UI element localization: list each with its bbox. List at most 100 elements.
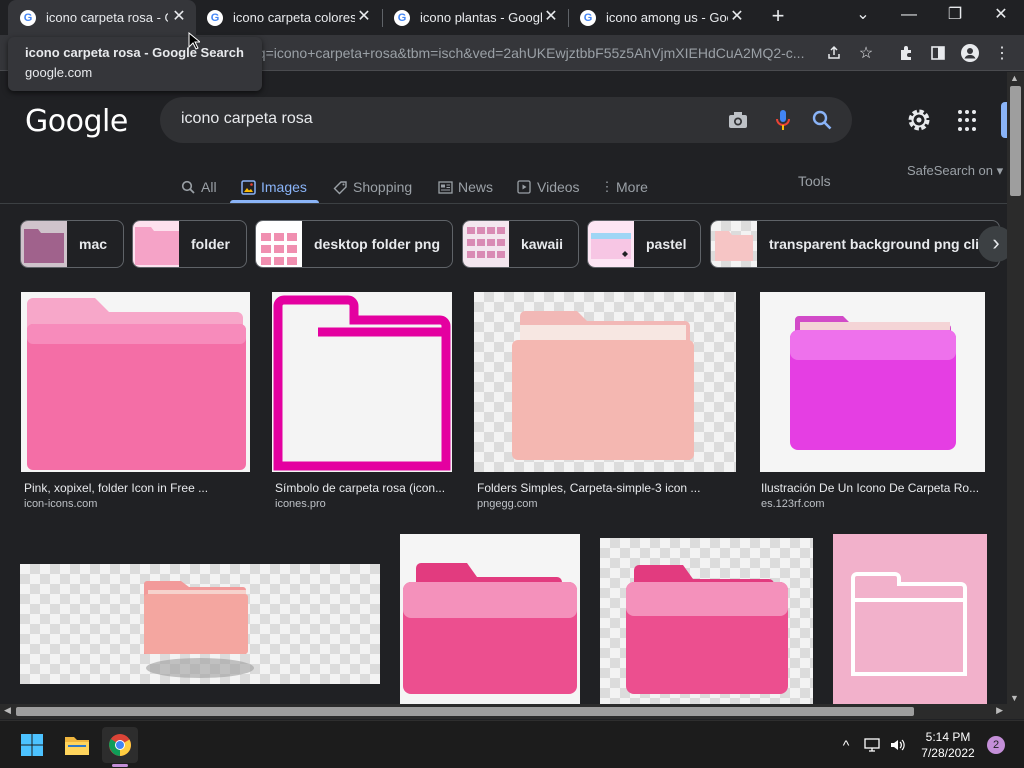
result-caption[interactable]: Folders Simples, Carpeta-simple-3 icon .…	[477, 481, 733, 495]
tab-more[interactable]: ⋮ More	[601, 172, 648, 202]
tab-images[interactable]: Images	[240, 172, 307, 202]
google-favicon-icon: G	[580, 9, 596, 26]
related-chip-pastel[interactable]: pastel	[587, 220, 701, 268]
tab-close-icon[interactable]: ✕	[355, 8, 373, 26]
image-result[interactable]: Ilustración De Un Icono De Carpeta Ro...…	[760, 292, 985, 517]
result-caption[interactable]: Símbolo de carpeta rosa (icon...	[275, 481, 450, 495]
chip-thumbnail	[463, 221, 509, 267]
scroll-up-icon[interactable]: ▲	[1010, 73, 1019, 83]
scrollbar-thumb[interactable]	[16, 707, 914, 716]
chrome-taskbar-icon[interactable]	[102, 727, 138, 763]
scrollbar-thumb[interactable]	[1010, 86, 1021, 196]
search-box[interactable]: icono carpeta rosa	[160, 97, 852, 143]
result-source[interactable]: es.123rf.com	[761, 498, 825, 510]
safesearch-toggle[interactable]: SafeSearch on ▾	[907, 163, 1003, 179]
result-thumbnail[interactable]	[400, 534, 580, 704]
tab[interactable]: G icono among us - Google Search ✕	[568, 0, 754, 35]
extensions-icon[interactable]	[894, 41, 918, 65]
image-result[interactable]	[400, 534, 580, 704]
search-input[interactable]: icono carpeta rosa	[181, 110, 313, 128]
share-icon[interactable]	[822, 41, 846, 65]
notification-badge[interactable]: 2	[987, 736, 1005, 754]
tab-search-icon[interactable]: ⌄	[840, 0, 886, 32]
clock-time: 5:14 PM	[925, 730, 971, 744]
result-thumbnail[interactable]	[600, 538, 813, 704]
result-caption[interactable]: Pink, xopixel, folder Icon in Free ...	[24, 481, 246, 495]
image-result[interactable]: Folders Simples, Carpeta-simple-3 icon .…	[474, 292, 736, 517]
tab-all[interactable]: All	[180, 172, 217, 202]
google-images-page: Google icono carpeta rosa All Images Sho…	[0, 72, 1007, 704]
profile-avatar-icon[interactable]	[958, 41, 982, 65]
side-panel-icon[interactable]	[926, 41, 950, 65]
related-chip-kawaii[interactable]: kawaii	[462, 220, 579, 268]
scroll-right-icon[interactable]: ▶	[996, 705, 1003, 716]
tab[interactable]: G icono plantas - Google Search ✕	[382, 0, 568, 35]
google-logo[interactable]: Google	[25, 104, 128, 139]
tab-shopping[interactable]: Shopping	[332, 172, 412, 202]
vertical-scrollbar[interactable]: ▲ ▼	[1007, 72, 1024, 704]
image-result[interactable]: Pink, xopixel, folder Icon in Free ... i…	[21, 292, 250, 517]
volume-icon[interactable]	[888, 735, 908, 755]
image-result[interactable]: Símbolo de carpeta rosa (icon... icones.…	[272, 292, 452, 517]
tab-strip: G icono carpeta rosa - Google Search ✕ G…	[0, 0, 1024, 35]
tab-close-icon[interactable]: ✕	[728, 8, 746, 26]
result-source[interactable]: icones.pro	[275, 498, 326, 510]
windows-taskbar: ^ 5:14 PM 7/28/2022 2	[0, 720, 1024, 768]
scroll-down-icon[interactable]: ▼	[1010, 693, 1019, 703]
related-chip-transparent-background[interactable]: transparent background png clip art	[710, 220, 1000, 268]
news-icon	[437, 179, 453, 195]
active-app-indicator	[112, 764, 128, 767]
result-thumbnail[interactable]	[21, 292, 250, 472]
tab-title: icono carpeta rosa - Google Search	[46, 10, 168, 25]
related-chip-folder[interactable]: folder	[132, 220, 247, 268]
tab-news[interactable]: News	[437, 172, 493, 202]
settings-gear-icon[interactable]	[906, 107, 932, 133]
show-hidden-icons-icon[interactable]: ^	[836, 735, 856, 755]
result-caption[interactable]: Ilustración De Un Icono De Carpeta Ro...	[761, 481, 983, 495]
restore-icon[interactable]: ❐	[932, 0, 978, 32]
tag-icon	[332, 179, 348, 195]
file-explorer-icon[interactable]	[59, 727, 95, 763]
result-thumbnail[interactable]	[20, 564, 380, 684]
chip-thumbnail	[711, 221, 757, 267]
tab-videos[interactable]: Videos	[516, 172, 580, 202]
image-result[interactable]	[20, 564, 380, 684]
result-source[interactable]: icon-icons.com	[24, 498, 97, 510]
windows-start-icon[interactable]	[14, 727, 50, 763]
horizontal-scrollbar[interactable]: ◀ ▶	[0, 704, 1007, 719]
tab[interactable]: G icono carpeta colores - Google Search …	[195, 0, 381, 35]
tab-label: Videos	[537, 179, 580, 195]
tab-label: All	[201, 179, 217, 195]
tab-label: Images	[261, 179, 307, 195]
image-result[interactable]	[833, 534, 987, 704]
scrollbar-corner	[1007, 704, 1024, 719]
tab-title: icono among us - Google Search	[606, 10, 728, 25]
related-chip-mac[interactable]: mac	[20, 220, 124, 268]
image-result[interactable]	[600, 538, 813, 704]
bookmark-star-icon[interactable]: ☆	[854, 41, 878, 65]
minimize-icon[interactable]: —	[886, 0, 932, 32]
scroll-left-icon[interactable]: ◀	[4, 705, 11, 716]
result-thumbnail[interactable]	[272, 292, 452, 472]
tab-close-icon[interactable]: ✕	[170, 8, 188, 26]
play-icon	[516, 179, 532, 195]
address-bar[interactable]: ?q=icono+carpeta+rosa&tbm=isch&ved=2ahUK…	[250, 39, 820, 67]
microphone-icon[interactable]	[771, 108, 795, 132]
google-apps-icon[interactable]	[958, 110, 980, 132]
tools-button[interactable]: Tools	[798, 173, 831, 189]
chevron-right-icon[interactable]: ›	[978, 226, 1007, 262]
system-clock[interactable]: 5:14 PM 7/28/2022	[918, 729, 978, 761]
tab-close-icon[interactable]: ✕	[542, 8, 560, 26]
chrome-menu-icon[interactable]: ⋮	[990, 41, 1014, 65]
close-window-icon[interactable]: ✕	[978, 0, 1024, 32]
network-icon[interactable]	[862, 735, 882, 755]
tab-active[interactable]: G icono carpeta rosa - Google Search ✕	[8, 0, 196, 35]
search-icon[interactable]	[810, 108, 834, 132]
result-thumbnail[interactable]	[833, 534, 987, 704]
result-source[interactable]: pngegg.com	[477, 498, 538, 510]
result-thumbnail[interactable]	[474, 292, 736, 472]
result-thumbnail[interactable]	[760, 292, 985, 472]
related-chip-desktop-folder-png[interactable]: desktop folder png	[255, 220, 453, 268]
new-tab-icon[interactable]: +	[766, 5, 790, 29]
camera-search-icon[interactable]	[726, 108, 750, 132]
